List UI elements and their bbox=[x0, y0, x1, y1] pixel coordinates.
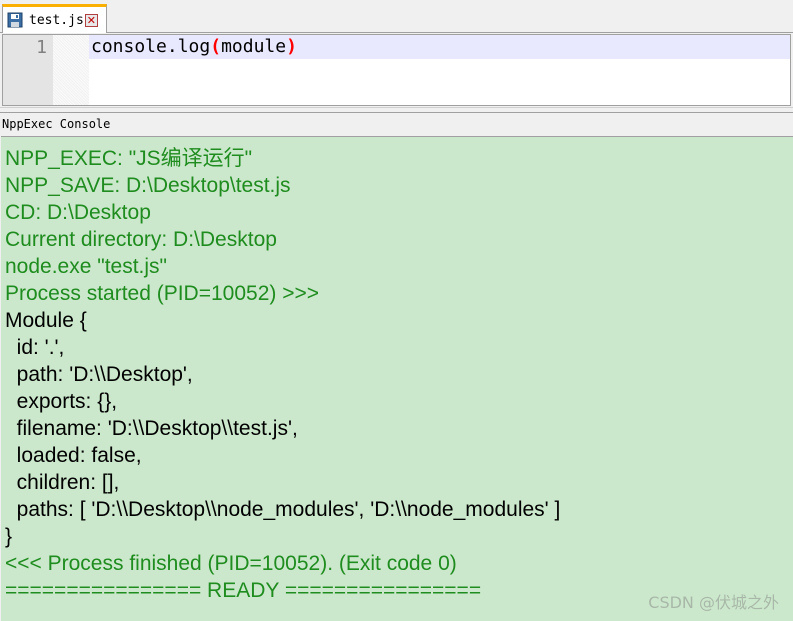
console-title: NppExec Console bbox=[2, 117, 111, 131]
console-line: Current directory: D:\Desktop bbox=[5, 228, 277, 251]
code-call: console.log bbox=[91, 36, 211, 57]
floppy-disk-icon bbox=[7, 12, 23, 28]
line-number-gutter: 1 bbox=[3, 35, 53, 105]
tab-label: test.js bbox=[29, 12, 84, 28]
editor-pane[interactable]: 1 console.log(module) bbox=[2, 34, 791, 106]
watermark: CSDN @伏城之外 bbox=[648, 593, 779, 612]
open-paren: ( bbox=[210, 36, 222, 57]
console-line: id: '.', bbox=[5, 336, 65, 359]
close-paren: ) bbox=[286, 36, 297, 57]
console-line: } bbox=[5, 525, 13, 548]
console-line: exports: {}, bbox=[5, 390, 118, 413]
close-icon[interactable]: ✕ bbox=[84, 13, 98, 27]
console-line: CD: D:\Desktop bbox=[5, 201, 151, 224]
console-line: Process started (PID=10052) >>> bbox=[5, 282, 320, 305]
console-output[interactable]: NPP_EXEC: "JS编译运行" NPP_SAVE: D:\Desktop\… bbox=[1, 136, 793, 621]
console-line: NPP_SAVE: D:\Desktop\test.js bbox=[5, 174, 291, 197]
console-line: filename: 'D:\\Desktop\\test.js', bbox=[5, 417, 298, 440]
console-line: path: 'D:\\Desktop', bbox=[5, 363, 193, 386]
code-argument: module bbox=[221, 36, 287, 57]
console-line: Module { bbox=[5, 309, 87, 332]
code-line[interactable]: console.log(module) bbox=[91, 36, 297, 58]
fold-margin[interactable] bbox=[53, 35, 89, 105]
tab-test-js[interactable]: test.js ✕ bbox=[2, 4, 107, 33]
line-number: 1 bbox=[36, 37, 47, 58]
tab-bar: test.js ✕ bbox=[0, 0, 793, 33]
console-line: node.exe "test.js" bbox=[5, 255, 168, 278]
console-line: NPP_EXEC: "JS编译运行" bbox=[5, 147, 253, 170]
pane-splitter[interactable] bbox=[0, 107, 793, 113]
console-line: children: [], bbox=[5, 471, 120, 494]
console-line: loaded: false, bbox=[5, 444, 142, 467]
console-line: paths: [ 'D:\\Desktop\\node_modules', 'D… bbox=[5, 498, 561, 521]
console-line: <<< Process finished (PID=10052). (Exit … bbox=[5, 552, 457, 575]
